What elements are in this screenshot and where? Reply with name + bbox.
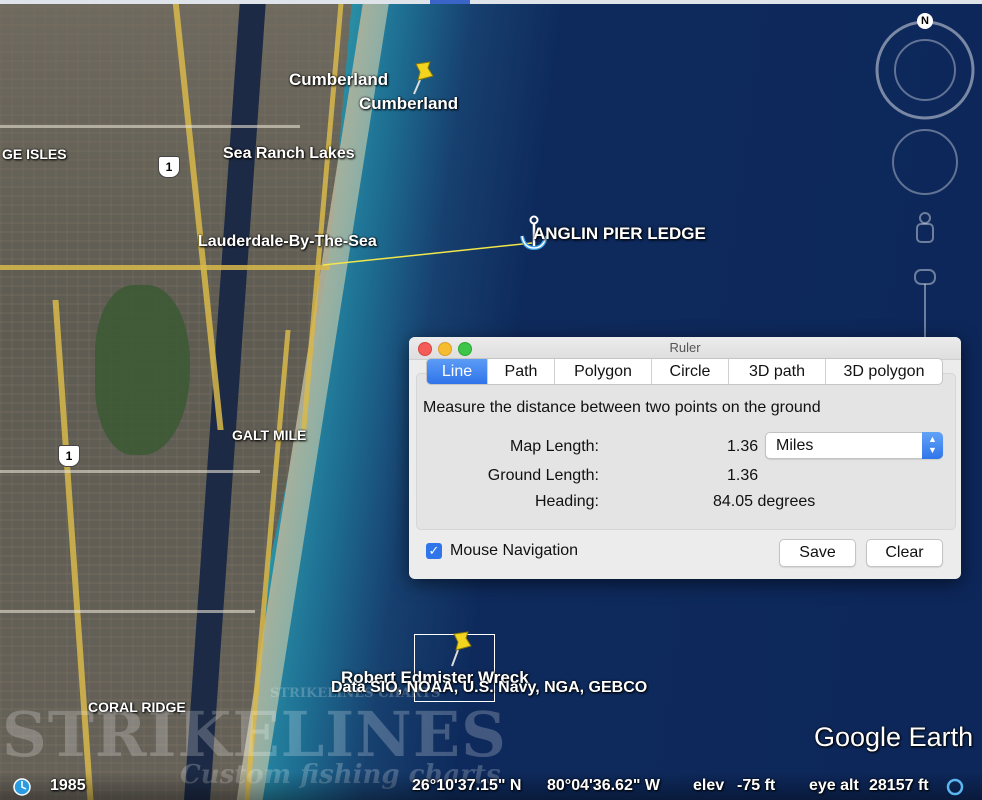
longitude-readout: 80°04'36.62" W (547, 777, 660, 794)
navigation-controls[interactable] (872, 12, 978, 362)
ruler-tab-bar: Line Path Polygon Circle 3D path 3D poly… (426, 358, 943, 385)
place-label-galt-mile: GALT MILE (232, 427, 307, 443)
street-view-icon[interactable] (916, 212, 934, 243)
ruler-title: Ruler (669, 340, 701, 355)
placemark-label-anglin[interactable]: ANGLIN PIER LEDGE (533, 224, 706, 244)
heading-value: 84.05 degrees (713, 493, 816, 510)
ground-length-value: 1.36 (727, 467, 759, 484)
compass-ring[interactable] (875, 20, 975, 120)
pushpin-icon[interactable] (444, 628, 476, 670)
tab-3d-polygon[interactable]: 3D polygon (826, 359, 942, 384)
latitude-readout: 26°10'37.15" N (412, 777, 522, 794)
highway-shield: 1 (158, 156, 180, 178)
tab-circle[interactable]: Circle (652, 359, 729, 384)
mouse-navigation-checkbox[interactable]: ✓ (426, 543, 442, 559)
highway-shield: 1 (58, 445, 80, 467)
place-label-lauderdale: Lauderdale-By-The-Sea (198, 233, 377, 250)
elevation-value: -75 ft (737, 777, 776, 794)
ruler-window[interactable]: Ruler Line Path Polygon Circle 3D path 3… (409, 337, 961, 579)
google-earth-logo: Google Earth (814, 722, 974, 752)
tab-3d-path[interactable]: 3D path (729, 359, 826, 384)
map-length-value: 1.36 (727, 438, 759, 455)
heading-label: Heading: (534, 493, 599, 510)
unit-select[interactable]: Miles ▲ ▼ (765, 432, 943, 459)
look-joystick[interactable] (892, 129, 958, 195)
historical-imagery-icon[interactable] (12, 777, 34, 797)
elevation-label: elev (693, 777, 725, 794)
tab-line[interactable]: Line (427, 359, 488, 384)
imagery-year: 1985 (50, 777, 86, 794)
chevron-updown-icon: ▲ ▼ (922, 432, 943, 459)
save-button[interactable]: Save (779, 539, 856, 567)
watermark-small: STRIKELINES CHARTS (270, 686, 441, 701)
zoom-slider[interactable] (914, 269, 936, 342)
compass-north-icon[interactable]: N (917, 13, 933, 29)
unit-select-value: Miles (776, 437, 814, 454)
eye-alt-label: eye alt (809, 777, 859, 794)
ruler-titlebar[interactable]: Ruler (409, 337, 961, 360)
place-label-ge-isles: GE ISLES (2, 146, 67, 162)
map-length-label: Map Length: (510, 438, 599, 455)
place-label-cumberland: Cumberland (289, 70, 389, 89)
ruler-description: Measure the distance between two points … (423, 399, 821, 416)
clear-button[interactable]: Clear (866, 539, 943, 567)
pushpin-icon[interactable] (408, 58, 438, 98)
loading-status-icon (946, 778, 964, 796)
ground-length-label: Ground Length: (487, 467, 599, 484)
tab-path[interactable]: Path (488, 359, 555, 384)
tab-polygon[interactable]: Polygon (555, 359, 652, 384)
mouse-navigation-label[interactable]: Mouse Navigation (450, 542, 578, 560)
place-label-sea-ranch-lakes: Sea Ranch Lakes (223, 145, 355, 162)
eye-alt-value: 28157 ft (869, 777, 929, 794)
